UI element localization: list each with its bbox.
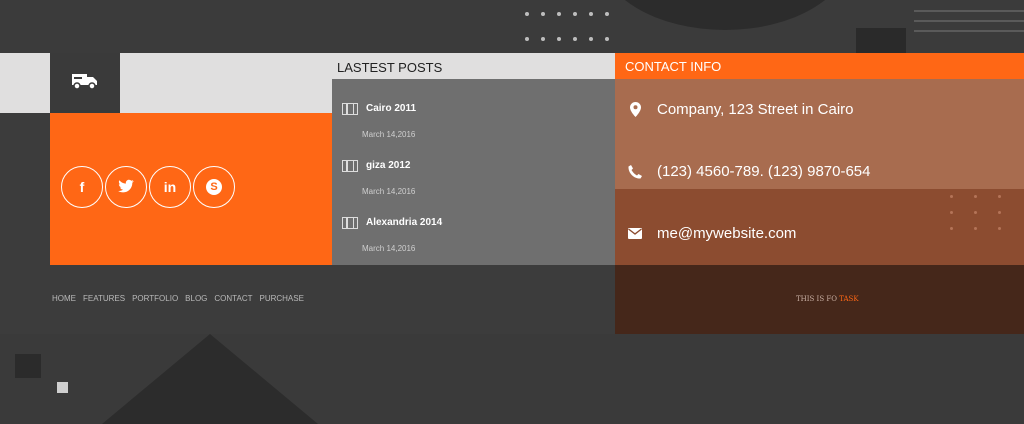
- skype-link[interactable]: S: [193, 166, 235, 208]
- email-text[interactable]: me@mywebsite.com: [657, 225, 796, 242]
- envelope-icon: [628, 228, 642, 239]
- footer-link-blog[interactable]: BLOG: [185, 294, 207, 303]
- post-date: March 14,2016: [362, 130, 416, 139]
- left-dark-strip: [0, 113, 50, 334]
- address-text: Company, 123 Street in Cairo: [657, 101, 854, 118]
- film-icon: [342, 103, 358, 115]
- twitter-icon: [118, 179, 134, 196]
- film-icon: [342, 160, 358, 172]
- footer-link-purchase[interactable]: PURCHASE: [259, 294, 303, 303]
- truck-icon: [72, 71, 98, 96]
- background-shapes: [0, 334, 1024, 424]
- post-title[interactable]: giza 2012: [366, 160, 410, 171]
- copyright-main: THIS IS FO: [796, 295, 837, 303]
- background-lines: [914, 10, 1024, 40]
- skype-icon: S: [206, 179, 222, 195]
- contact-email: me@mywebsite.com: [628, 225, 796, 242]
- background-circle: [600, 0, 850, 30]
- facebook-icon: f: [79, 179, 85, 195]
- contact-dot-grid: [945, 193, 1015, 238]
- contact-info-heading: CONTACT INFO: [615, 53, 1024, 79]
- map-marker-icon: [628, 102, 642, 117]
- post-title[interactable]: Cairo 2011: [366, 103, 416, 114]
- latest-posts-list: Cairo 2011 March 14,2016 giza 2012 March…: [332, 79, 615, 265]
- copyright-accent[interactable]: TASK: [839, 295, 858, 303]
- logo-box[interactable]: [50, 53, 120, 113]
- footer-link-contact[interactable]: CONTACT: [214, 294, 252, 303]
- footer-link-home[interactable]: HOME: [52, 294, 76, 303]
- post-date: March 14,2016: [362, 187, 416, 196]
- background-dot-grid: [520, 8, 630, 48]
- background-small-square: [57, 382, 68, 393]
- background-square: [856, 28, 906, 54]
- phone-icon: [628, 164, 642, 179]
- film-icon: [342, 217, 358, 229]
- footer-link-features[interactable]: FEATURES: [83, 294, 125, 303]
- post-date: March 14,2016: [362, 244, 416, 253]
- latest-posts-heading: LASTEST POSTS: [332, 53, 615, 79]
- contact-phone: (123) 4560-789. (123) 9870-654: [628, 163, 871, 180]
- twitter-link[interactable]: [105, 166, 147, 208]
- phone-text[interactable]: (123) 4560-789. (123) 9870-654: [657, 163, 871, 180]
- post-title[interactable]: Alexandria 2014: [366, 217, 442, 228]
- footer-link-portfolio[interactable]: PORTFOLIO: [132, 294, 178, 303]
- copyright-text: THIS IS FO TASK: [796, 295, 859, 303]
- linkedin-icon: in: [163, 179, 177, 195]
- footer-nav: HOME FEATURES PORTFOLIO BLOG CONTACT PUR…: [52, 294, 304, 303]
- linkedin-link[interactable]: in: [149, 166, 191, 208]
- facebook-link[interactable]: f: [61, 166, 103, 208]
- contact-address: Company, 123 Street in Cairo: [628, 101, 854, 118]
- social-links: f in S: [61, 166, 235, 208]
